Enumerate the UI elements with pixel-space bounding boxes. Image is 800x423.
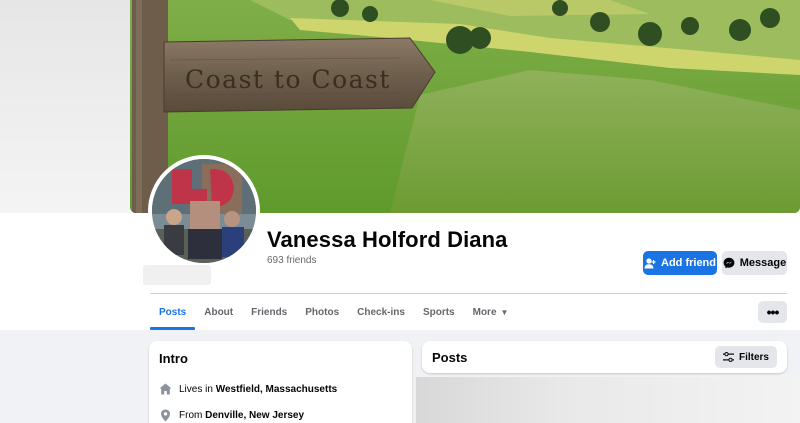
filters-label: Filters (738, 351, 769, 363)
tab-friends[interactable]: Friends (242, 294, 296, 330)
tab-label: Photos (305, 306, 340, 318)
tab-label: Posts (159, 306, 187, 318)
tab-posts[interactable]: Posts (150, 294, 196, 330)
filters-button[interactable]: Filters (714, 346, 777, 368)
tab-more[interactable]: More ▼ (464, 294, 518, 330)
from-prefix: From (179, 409, 206, 421)
posts-title: Posts (432, 349, 468, 365)
caret-down-icon: ▼ (500, 307, 509, 317)
intro-from: From Denville, New Jersey (159, 402, 402, 423)
more-options-button[interactable]: ••• (758, 301, 787, 323)
ellipsis-icon: ••• (766, 304, 780, 320)
filter-sliders-icon (722, 352, 734, 362)
sign-text: Coast to Coast (185, 65, 391, 94)
post-preview-image[interactable] (416, 377, 800, 423)
message-button[interactable]: Message (722, 251, 787, 275)
add-friend-button[interactable]: Add friend (643, 251, 717, 275)
lives-place-link[interactable]: Westfield, Massachusetts (216, 384, 338, 395)
messenger-icon (723, 257, 735, 269)
profile-avatar[interactable] (148, 155, 260, 267)
tab-label: Friends (251, 306, 288, 318)
home-icon (159, 383, 172, 395)
add-friend-label: Add friend (661, 257, 716, 269)
tab-photos[interactable]: Photos (296, 294, 348, 330)
tab-label: About (204, 306, 234, 318)
tab-about[interactable]: About (195, 294, 242, 330)
tab-label: More (472, 306, 497, 318)
tab-label: Sports (422, 306, 455, 318)
location-pin-icon (161, 409, 170, 421)
message-label: Message (739, 257, 787, 269)
profile-tabs: Posts About Friends Photos Check-ins Spo… (150, 294, 517, 330)
ghost-placeholder (143, 265, 211, 285)
add-person-icon (644, 257, 656, 268)
tab-label: Check-ins (357, 306, 405, 318)
posts-card: Posts Filters (422, 341, 787, 373)
profile-name: Vanessa Holford Diana (267, 227, 508, 252)
intro-lives-in: Lives in Westfield, Massachusetts (159, 376, 402, 402)
intro-card: Intro Lives in Westfield, Massachusetts … (149, 341, 412, 423)
header-background-left (0, 213, 130, 330)
friends-count[interactable]: 693 friends (267, 255, 316, 266)
lives-prefix: Lives in (179, 383, 216, 395)
intro-title: Intro (159, 351, 188, 366)
tab-sports[interactable]: Sports (414, 294, 464, 330)
tab-check-ins[interactable]: Check-ins (348, 294, 414, 330)
from-place-link[interactable]: Denville, New Jersey (205, 410, 304, 421)
